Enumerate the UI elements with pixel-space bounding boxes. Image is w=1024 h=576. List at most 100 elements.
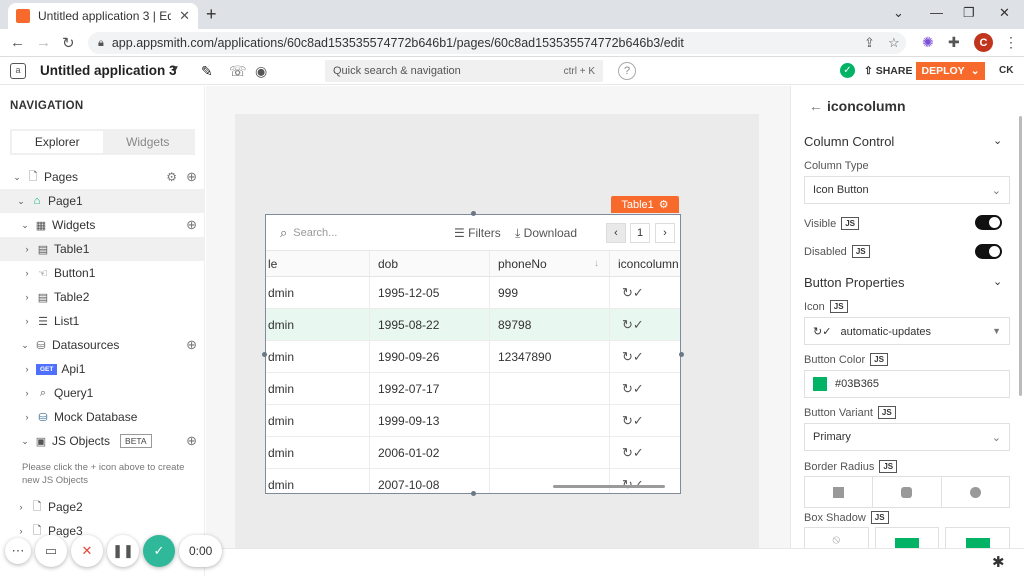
resize-handle-top[interactable] <box>471 211 476 216</box>
application-name[interactable]: Untitled application 3 <box>40 63 177 78</box>
tree-item-page2[interactable]: › 🗋︎ Page2 <box>0 495 205 519</box>
table-widget[interactable]: ⌕ Search... ☰ Filters ⤓ Download ‹ 1 › l… <box>265 214 681 494</box>
add-js-object-icon[interactable]: ⊕ <box>186 433 197 449</box>
horizontal-scrollbar[interactable] <box>553 485 665 488</box>
extension-icon[interactable]: ✺ <box>922 34 934 51</box>
appsmith-logo-icon[interactable]: a <box>10 63 26 79</box>
new-tab-icon[interactable]: + <box>206 4 217 25</box>
table-search-input[interactable]: ⌕ Search... <box>280 225 337 241</box>
add-page-icon[interactable]: ⊕ <box>186 169 197 185</box>
chevron-right-icon[interactable]: › <box>16 502 26 512</box>
filters-button[interactable]: ☰ Filters <box>454 226 501 240</box>
column-header[interactable]: phoneNo ↓ <box>490 251 610 276</box>
js-toggle-button[interactable]: JS <box>841 217 860 230</box>
automatic-updates-icon[interactable]: ↻✓ <box>622 445 644 461</box>
table-row[interactable]: dmin 1990-09-26 12347890 ↻✓ <box>266 341 680 373</box>
column-header[interactable]: le <box>266 251 370 276</box>
js-toggle-button[interactable]: JS <box>877 406 896 419</box>
chevron-right-icon[interactable]: › <box>22 316 32 326</box>
column-type-select[interactable]: Icon Button ⌄ <box>804 176 1010 204</box>
table-row[interactable]: dmin 1992-07-17 ↻✓ <box>266 373 680 405</box>
browser-tab[interactable]: Untitled application 3 | Editor | A ✕ <box>8 3 198 29</box>
quick-search-input[interactable]: Quick search & navigation ctrl + K <box>325 60 603 82</box>
share-button[interactable]: ⇧ SHARE <box>864 65 912 77</box>
add-widget-icon[interactable]: ⊕ <box>186 217 197 233</box>
tree-item-query1[interactable]: › ⌕ Query1 <box>0 381 205 405</box>
chevron-right-icon[interactable]: › <box>22 292 32 302</box>
widget-settings-icon[interactable]: ⚙ <box>659 198 669 211</box>
widget-name-tag[interactable]: Table1 ⚙ <box>611 196 679 213</box>
forward-arrow-icon[interactable]: → <box>36 34 51 51</box>
pause-icon[interactable]: ❚❚ <box>107 535 139 567</box>
debugger-bug-icon[interactable]: ✱ <box>992 553 1005 571</box>
column-header[interactable]: iconcolumn <box>610 251 680 276</box>
deploy-button[interactable]: DEPLOY ⌄ <box>916 62 985 80</box>
tree-item-pages[interactable]: ⌄ 🗋︎ Pages ⚙ ⊕ <box>0 165 205 189</box>
js-toggle-button[interactable]: JS <box>870 511 889 524</box>
table-row[interactable]: dmin 1999-09-13 ↻✓ <box>266 405 680 437</box>
icon-select[interactable]: ↻✓ automatic-updates ▼ <box>804 317 1010 345</box>
resize-handle-bottom[interactable] <box>471 491 476 496</box>
tree-item-mock-database[interactable]: › ⛁ Mock Database <box>0 405 205 429</box>
chevron-down-icon[interactable]: ⌄ <box>893 5 904 21</box>
automatic-updates-icon[interactable]: ↻✓ <box>622 349 644 365</box>
preview-eye-icon[interactable]: ◉ <box>255 63 267 80</box>
caret-down-icon[interactable]: ▼ <box>170 64 180 75</box>
tree-item-widgets[interactable]: ⌄ ▦ Widgets ⊕ <box>0 213 205 237</box>
sort-arrow-icon[interactable]: ↓ <box>594 258 599 269</box>
resize-handle-left[interactable] <box>262 352 267 357</box>
tree-item-table2[interactable]: › ▤ Table2 <box>0 285 205 309</box>
chevron-down-icon[interactable]: ⌄ <box>993 134 1002 147</box>
edit-pencil-icon[interactable]: ✎ <box>201 63 213 80</box>
tab-widgets[interactable]: Widgets <box>103 131 194 153</box>
pane-scrollbar[interactable] <box>1019 116 1022 396</box>
cancel-recording-icon[interactable]: ✕ <box>71 535 103 567</box>
bookmark-star-icon[interactable]: ☆ <box>888 35 900 51</box>
chevron-right-icon[interactable]: › <box>22 364 32 374</box>
back-arrow-icon[interactable]: ← <box>10 34 25 51</box>
table-row[interactable]: dmin 2006-01-02 ↻✓ <box>266 437 680 469</box>
chevron-down-icon[interactable]: ⌄ <box>16 196 26 207</box>
tab-explorer[interactable]: Explorer <box>12 131 103 153</box>
automatic-updates-icon[interactable]: ↻✓ <box>622 381 644 397</box>
finish-recording-icon[interactable]: ✓ <box>143 535 175 567</box>
radius-circle-option[interactable] <box>942 477 1009 507</box>
radius-sharp-option[interactable] <box>805 477 874 507</box>
js-toggle-button[interactable]: JS <box>879 460 898 473</box>
tree-item-datasources[interactable]: ⌄ ⛁ Datasources ⊕ <box>0 333 205 357</box>
back-arrow-icon[interactable]: ← <box>809 98 823 114</box>
profile-avatar[interactable]: C <box>974 33 993 52</box>
automatic-updates-icon[interactable]: ↻✓ <box>622 317 644 333</box>
js-toggle-button[interactable]: JS <box>829 300 848 313</box>
tree-item-js-objects[interactable]: ⌄ ▣ JS Objects BETA ⊕ <box>0 429 205 453</box>
section-column-control[interactable]: Column Control <box>804 134 894 149</box>
chevron-right-icon[interactable]: › <box>22 388 32 398</box>
user-avatar[interactable]: CK <box>999 65 1013 76</box>
reload-icon[interactable]: ↻ <box>62 34 75 52</box>
download-button[interactable]: ⤓ Download <box>515 226 577 241</box>
chevron-down-icon[interactable]: ⌄ <box>20 340 30 351</box>
button-variant-select[interactable]: Primary ⌄ <box>804 423 1010 451</box>
disabled-toggle[interactable] <box>975 244 1002 259</box>
automatic-updates-icon[interactable]: ↻✓ <box>622 285 644 301</box>
puzzle-extensions-icon[interactable]: ✚ <box>948 34 960 51</box>
chevron-down-icon[interactable]: ⌄ <box>993 275 1002 288</box>
restore-icon[interactable]: ❐ <box>963 5 975 21</box>
column-header[interactable]: dob <box>370 251 490 276</box>
button-color-input[interactable]: #03B365 <box>804 370 1010 398</box>
tree-item-table1[interactable]: › ▤ Table1 <box>0 237 205 261</box>
table-row[interactable]: dmin 1995-08-22 89798 ↻✓ <box>266 309 680 341</box>
chevron-down-icon[interactable]: ⌄ <box>20 220 30 231</box>
js-toggle-button[interactable]: JS <box>851 245 870 258</box>
chevron-right-icon[interactable]: › <box>22 268 32 278</box>
table-row[interactable]: dmin 1995-12-05 999 ↻✓ <box>266 277 680 309</box>
more-options-icon[interactable]: ⋯ <box>5 538 31 564</box>
share-page-icon[interactable]: ⇪ <box>864 35 875 51</box>
tree-item-button1[interactable]: › ☜ Button1 <box>0 261 205 285</box>
js-toggle-button[interactable]: JS <box>870 353 888 366</box>
tree-item-page1[interactable]: ⌄ ⌂ Page1 <box>0 189 205 213</box>
chevron-down-icon[interactable]: ⌄ <box>12 172 22 183</box>
prev-page-button[interactable]: ‹ <box>606 223 626 243</box>
help-icon[interactable]: ? <box>618 62 636 80</box>
camera-icon[interactable]: ▭ <box>35 535 67 567</box>
